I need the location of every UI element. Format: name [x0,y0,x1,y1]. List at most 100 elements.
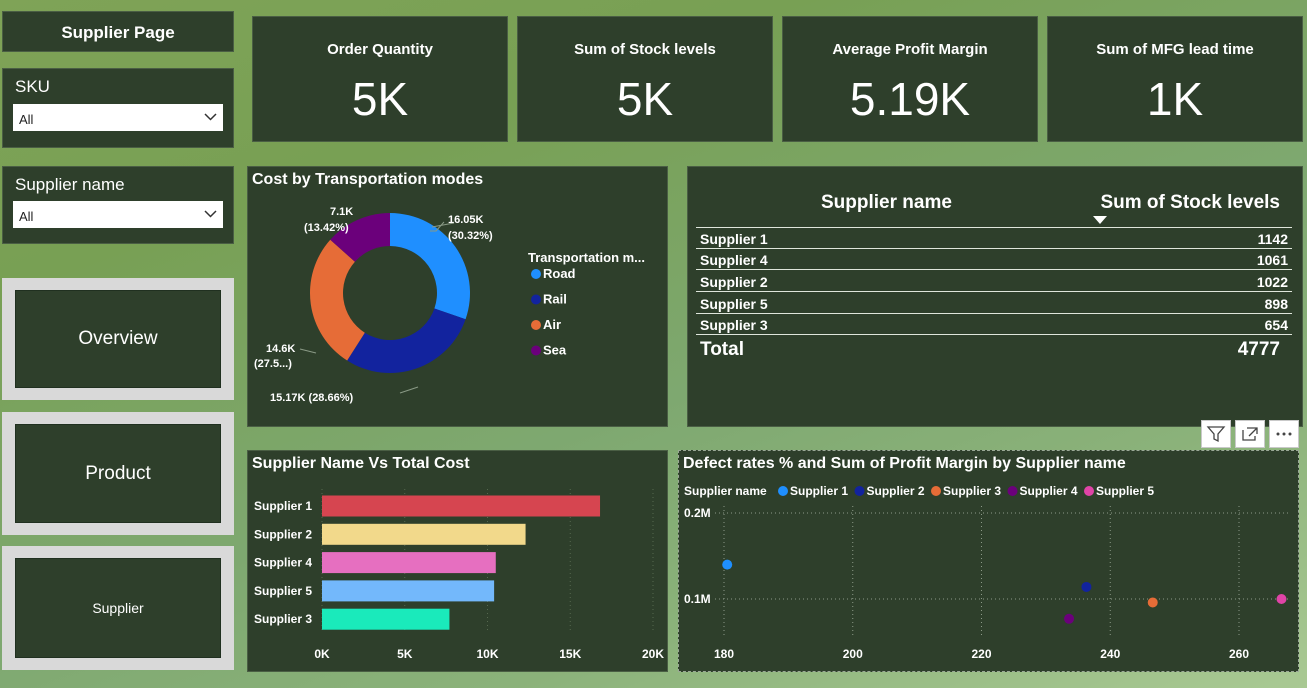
kpi-card-profit-margin: Average Profit Margin 5.19K [782,16,1038,142]
overview-button-label: Overview [78,328,158,349]
table-cell-value: 1022 [1256,274,1288,290]
bar[interactable] [322,495,601,517]
x-tick-label: 5K [397,647,413,661]
y-category-label: Supplier 1 [254,499,312,513]
table-row[interactable]: Supplier 4 1061 [696,249,1292,270]
y-category-label: Supplier 3 [254,612,312,626]
kpi-card-value: 5.19K [849,73,971,125]
legend-label: Supplier 5 [1096,484,1154,498]
scatter-point[interactable] [1276,594,1287,604]
supplier-dropdown[interactable]: All [13,201,223,228]
donut-slice-rail[interactable] [347,308,466,373]
bar[interactable] [322,523,526,545]
kpi-card-order-quantity: Order Quantity 5K [252,16,508,142]
product-button[interactable]: Product [15,424,221,523]
scatter-chart-visual[interactable]: Defect rates % and Sum of Profit Margin … [678,450,1299,672]
table-row[interactable]: Supplier 1 1142 [696,228,1292,249]
supplier-stock-table: Supplier name Sum of Stock levels Suppli… [687,166,1303,427]
more-options-icon [1276,432,1292,436]
kpi-card-value: 5K [351,73,409,125]
donut-label-rail: 15.17K (28.66%) [270,392,353,404]
y-category-label: Supplier 2 [254,527,312,541]
legend-marker [531,269,541,279]
table-cell-name: Supplier 4 [700,252,768,268]
legend-label: Road [543,266,576,281]
overview-nav-frame: Overview [2,278,234,400]
table-row[interactable]: Supplier 5 898 [696,293,1292,314]
scatter-chart: Supplier name Supplier 1 Supplier 2 Suppli… [684,484,1291,661]
legend-marker [854,486,865,496]
donut-label-road-pct: (30.32%) [448,230,493,242]
page-title: Supplier Page [61,23,175,42]
bar[interactable] [322,552,496,574]
kpi-card-value: 1K [1146,73,1204,125]
kpi-card-value: 5K [616,73,674,125]
donut-label-road: 16.05K [448,214,484,226]
table-total-label: Total [700,339,744,360]
sku-dropdown[interactable]: All [13,104,223,131]
kpi-card-stock-levels: Sum of Stock levels 5K [517,16,773,142]
bar[interactable] [322,580,495,602]
x-tick-label: 200 [843,647,863,661]
scatter-point[interactable] [1081,581,1092,592]
x-tick-label: 15K [559,647,581,661]
legend-label: Air [543,317,561,332]
product-button-label: Product [85,462,151,484]
sku-slicer-label: SKU [15,77,50,96]
overview-button[interactable]: Overview [15,290,221,388]
legend-marker [931,486,941,496]
legend-marker [778,486,788,496]
filter-button[interactable] [1201,420,1231,448]
donut-slice-road[interactable] [390,213,470,320]
x-tick-label: 0K [314,647,330,661]
scatter-point[interactable] [1147,597,1158,608]
legend-label: Supplier 2 [867,484,925,498]
legend-label: Supplier 1 [790,484,848,498]
legend-label: Supplier 3 [943,484,1001,498]
legend-marker [1084,486,1094,496]
y-category-label: Supplier 5 [254,584,312,598]
legend-label: Sea [543,343,567,358]
donut-label-air: 14.6K [266,343,295,355]
table-header-stock-levels[interactable]: Sum of Stock levels [1100,192,1280,214]
focus-mode-icon [1242,427,1258,441]
x-tick-label: 180 [714,647,734,661]
table-cell-value: 898 [1264,296,1288,312]
sort-desc-icon [1093,216,1107,224]
filter-icon [1206,426,1226,443]
supplier-button-label: Supplier [92,600,144,616]
x-tick-label: 20K [642,647,664,661]
y-tick-label: 0.2M [684,506,711,520]
table-cell-value: 654 [1264,317,1288,333]
scatter-point[interactable] [1064,613,1075,624]
scatter-point[interactable] [722,559,733,570]
bar-chart-visual[interactable]: Supplier Name Vs Total Cost 0K 5K 10K 15K 20… [247,450,668,672]
legend-label: Rail [543,292,567,307]
x-tick-label: 240 [1100,647,1120,661]
supplier-dropdown-value: All [19,209,34,224]
table-cell-name: Supplier 3 [700,317,768,333]
supplier-button[interactable]: Supplier [15,558,221,658]
supplier-slicer: Supplier name All [2,166,234,244]
table-row[interactable]: Supplier 2 1022 [696,271,1292,292]
bar-chart: 0K 5K 10K 15K 20K Supplier 1 Supplier 2 Supplie… [254,489,664,661]
table-header-supplier-name[interactable]: Supplier name [821,192,952,214]
legend-marker [1007,486,1018,496]
focus-mode-button[interactable] [1235,420,1265,448]
bar[interactable] [322,608,450,630]
sku-dropdown-value: All [19,112,34,127]
kpi-card-title: Sum of Stock levels [574,41,716,58]
kpi-card-mfg-lead-time: Sum of MFG lead time 1K [1047,16,1303,142]
more-options-button[interactable] [1269,420,1299,448]
table-row[interactable]: Supplier 3 654 [696,314,1292,335]
kpi-card-title: Average Profit Margin [832,41,988,58]
y-category-label: Supplier 4 [254,556,312,570]
legend-label: Supplier 4 [1020,484,1078,498]
donut-chart-visual[interactable]: Cost by Transportation modes 7.1K (13.42… [247,166,668,427]
legend-marker [531,294,541,305]
supplier-nav-frame: Supplier [2,546,234,670]
product-nav-frame: Product [2,412,234,535]
x-tick-label: 10K [476,647,498,661]
donut-legend-title: Transportation m... [528,250,645,265]
kpi-card-title: Order Quantity [327,41,433,58]
